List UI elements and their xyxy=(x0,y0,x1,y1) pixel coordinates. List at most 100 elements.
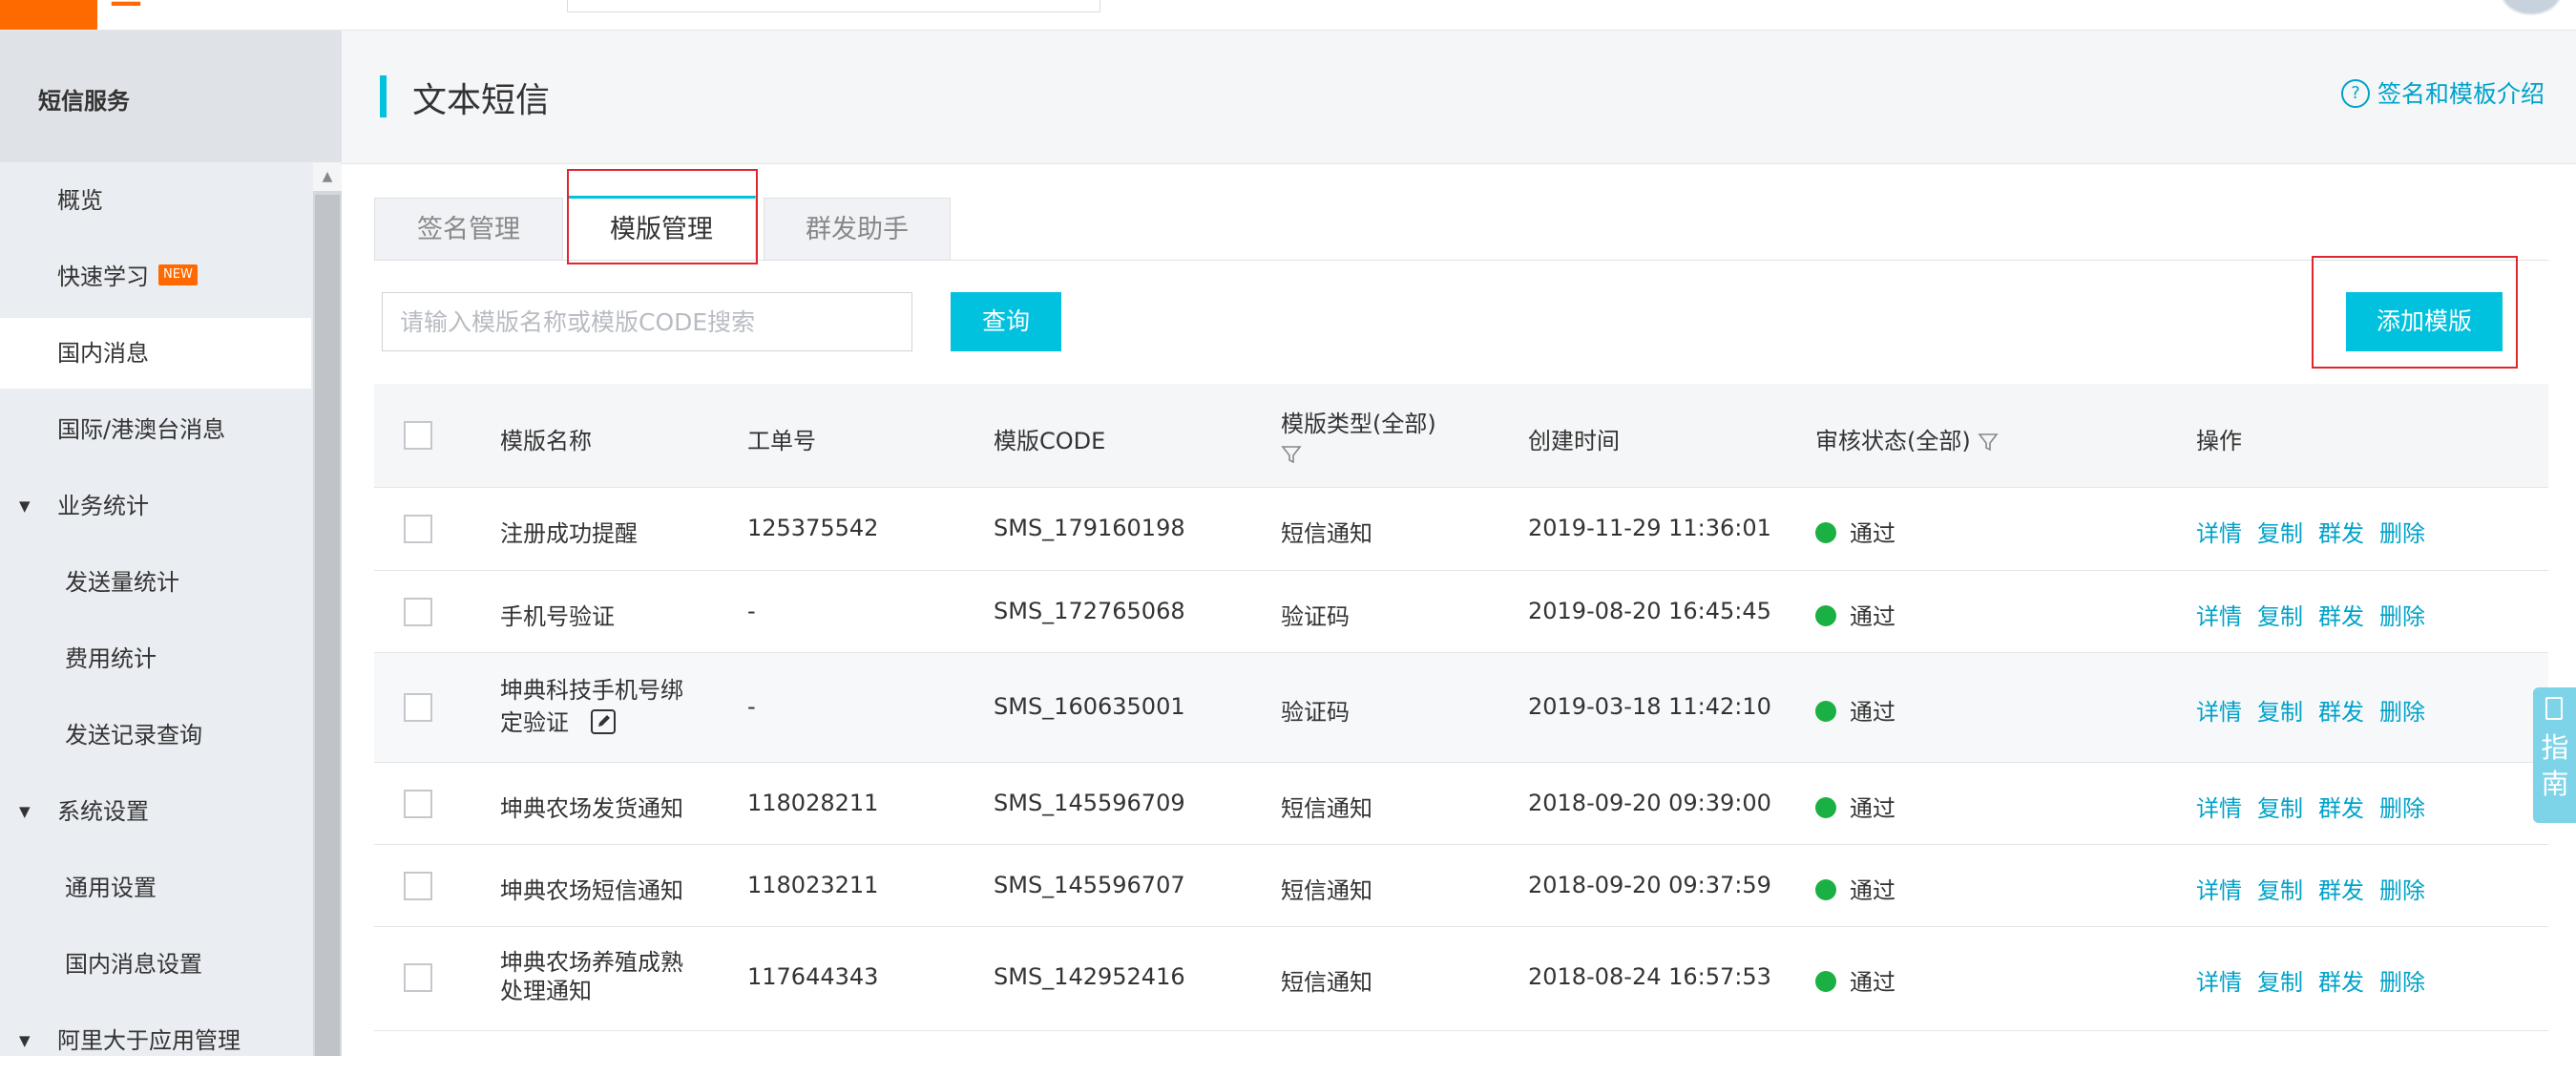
delete-link[interactable]: 删除 xyxy=(2379,515,2425,548)
created-time: 2019-11-29 11:36:01 xyxy=(1528,515,1771,541)
template-name: 坤典农场发货通知 xyxy=(500,795,683,822)
created-time: 2019-08-20 16:45:45 xyxy=(1528,598,1771,624)
copy-link[interactable]: 复制 xyxy=(2257,598,2303,631)
sidebar-item-international[interactable]: 国际/港澳台消息 xyxy=(0,394,311,465)
select-all-checkbox[interactable] xyxy=(404,421,432,450)
guide-tab[interactable]: 指南 xyxy=(2533,687,2576,823)
logo-icon[interactable] xyxy=(0,0,97,30)
sidebar-item-cost[interactable]: 费用统计 xyxy=(0,623,311,694)
sidebar: 短信服务 概览 快速学习 NEW 国内消息 国际/港澳台消息 ▼ 业务统计 发送量… xyxy=(0,31,342,1056)
status-dot-icon xyxy=(1815,605,1836,626)
sidebar-item-general-settings[interactable]: 通用设置 xyxy=(0,853,311,923)
top-bar: — xyxy=(0,0,2576,31)
copy-link[interactable]: 复制 xyxy=(2257,963,2303,997)
filter-icon[interactable] xyxy=(1281,444,1302,465)
detail-link[interactable]: 详情 xyxy=(2196,693,2242,727)
template-name: 坤典农场短信通知 xyxy=(500,877,683,904)
copy-link[interactable]: 复制 xyxy=(2257,693,2303,727)
sidebar-item-overview[interactable]: 概览 xyxy=(0,165,311,236)
delete-link[interactable]: 删除 xyxy=(2379,598,2425,631)
search-button-label: 查询 xyxy=(981,307,1030,335)
template-name: 坤典农场养殖成熟 处理通知 xyxy=(500,948,683,1005)
table-row: 坤典农场养殖成熟 处理通知 117644343 SMS_142952416 短信… xyxy=(374,927,2548,1031)
tab-bulk-helper[interactable]: 群发助手 xyxy=(764,198,951,261)
order-number: 117644343 xyxy=(747,963,879,990)
sidebar-group-alidayu[interactable]: ▼ 阿里大于应用管理 xyxy=(0,1005,311,1076)
scroll-thumb[interactable] xyxy=(315,195,340,1056)
col-name: 模版名称 xyxy=(500,428,592,454)
row-checkbox[interactable] xyxy=(404,872,432,900)
col-type[interactable]: 模版类型(全部) xyxy=(1281,405,1436,465)
search-button[interactable]: 查询 xyxy=(951,292,1061,351)
scroll-up-icon[interactable]: ▲ xyxy=(313,162,342,191)
col-status[interactable]: 审核状态(全部) xyxy=(1815,422,2000,455)
bulk-send-link[interactable]: 群发 xyxy=(2318,872,2364,905)
delete-link[interactable]: 删除 xyxy=(2379,872,2425,905)
template-name-line: 坤典农场养殖成熟 xyxy=(500,949,683,976)
row-checkbox[interactable] xyxy=(404,693,432,722)
logo-wordmark[interactable]: — xyxy=(110,0,144,21)
template-type: 短信通知 xyxy=(1281,520,1372,547)
search-input[interactable] xyxy=(382,292,912,351)
bulk-send-link[interactable]: 群发 xyxy=(2318,963,2364,997)
top-search-input[interactable] xyxy=(567,0,1100,12)
created-time: 2018-09-20 09:37:59 xyxy=(1528,872,1771,898)
template-type: 短信通知 xyxy=(1281,969,1372,996)
status-dot-icon xyxy=(1815,797,1836,818)
page-title: 文本短信 xyxy=(412,81,551,120)
help-link[interactable]: ? 签名和模板介绍 xyxy=(2341,75,2545,110)
row-checkbox[interactable] xyxy=(404,515,432,543)
col-order: 工单号 xyxy=(747,428,816,454)
sidebar-item-label: 通用设置 xyxy=(65,875,157,901)
detail-link[interactable]: 详情 xyxy=(2196,963,2242,997)
add-template-button[interactable]: 添加模版 xyxy=(2346,292,2503,351)
copy-link[interactable]: 复制 xyxy=(2257,515,2303,548)
row-checkbox[interactable] xyxy=(404,790,432,818)
bulk-send-link[interactable]: 群发 xyxy=(2318,515,2364,548)
tab-signature[interactable]: 签名管理 xyxy=(374,198,563,261)
bulk-send-link[interactable]: 群发 xyxy=(2318,790,2364,823)
delete-link[interactable]: 删除 xyxy=(2379,693,2425,727)
template-name-line: 坤典科技手机号绑 xyxy=(500,677,683,704)
created-time: 2018-09-20 09:39:00 xyxy=(1528,790,1771,816)
table-row: 坤典科技手机号绑 定验证 - SMS_160635001 验证码 2019-03… xyxy=(374,653,2548,763)
sidebar-item-domestic[interactable]: 国内消息 xyxy=(0,318,311,389)
bulk-send-link[interactable]: 群发 xyxy=(2318,598,2364,631)
bulk-send-link[interactable]: 群发 xyxy=(2318,693,2364,727)
detail-link[interactable]: 详情 xyxy=(2196,515,2242,548)
add-template-label: 添加模版 xyxy=(2376,307,2472,335)
sidebar-item-label: 发送量统计 xyxy=(65,569,179,596)
col-code: 模版CODE xyxy=(994,428,1106,454)
copy-link[interactable]: 复制 xyxy=(2257,790,2303,823)
new-badge: NEW xyxy=(158,264,198,285)
filter-icon[interactable] xyxy=(1978,432,2000,453)
sidebar-group-settings[interactable]: ▼ 系统设置 xyxy=(0,776,311,847)
sidebar-header: 短信服务 xyxy=(0,31,342,162)
sidebar-title: 短信服务 xyxy=(38,88,130,115)
sidebar-item-send-records[interactable]: 发送记录查询 xyxy=(0,700,311,770)
status-label: 通过 xyxy=(1850,795,1895,822)
delete-link[interactable]: 删除 xyxy=(2379,963,2425,997)
sidebar-scrollbar[interactable]: ▲ xyxy=(313,162,342,1056)
sidebar-group-stats[interactable]: ▼ 业务统计 xyxy=(0,471,311,541)
detail-link[interactable]: 详情 xyxy=(2196,790,2242,823)
avatar[interactable] xyxy=(2501,0,2562,15)
delete-link[interactable]: 删除 xyxy=(2379,790,2425,823)
copy-link[interactable]: 复制 xyxy=(2257,872,2303,905)
sidebar-item-send-volume[interactable]: 发送量统计 xyxy=(0,547,311,618)
template-name-line: 处理通知 xyxy=(500,978,592,1004)
status-badge: 通过 xyxy=(1815,872,1895,905)
tab-template[interactable]: 模版管理 xyxy=(567,196,756,262)
edit-icon[interactable] xyxy=(590,708,617,735)
sidebar-item-domestic-settings[interactable]: 国内消息设置 xyxy=(0,929,311,1000)
row-checkbox[interactable] xyxy=(404,598,432,626)
table-row: 注册成功提醒 125375542 SMS_179160198 短信通知 2019… xyxy=(374,488,2548,571)
sidebar-item-label: 系统设置 xyxy=(57,798,149,825)
template-name-line: 定验证 xyxy=(500,709,569,736)
detail-link[interactable]: 详情 xyxy=(2196,872,2242,905)
row-checkbox[interactable] xyxy=(404,963,432,992)
col-created: 创建时间 xyxy=(1528,428,1620,454)
order-number: 125375542 xyxy=(747,515,879,541)
detail-link[interactable]: 详情 xyxy=(2196,598,2242,631)
sidebar-item-quick-learn[interactable]: 快速学习 NEW xyxy=(0,242,311,312)
